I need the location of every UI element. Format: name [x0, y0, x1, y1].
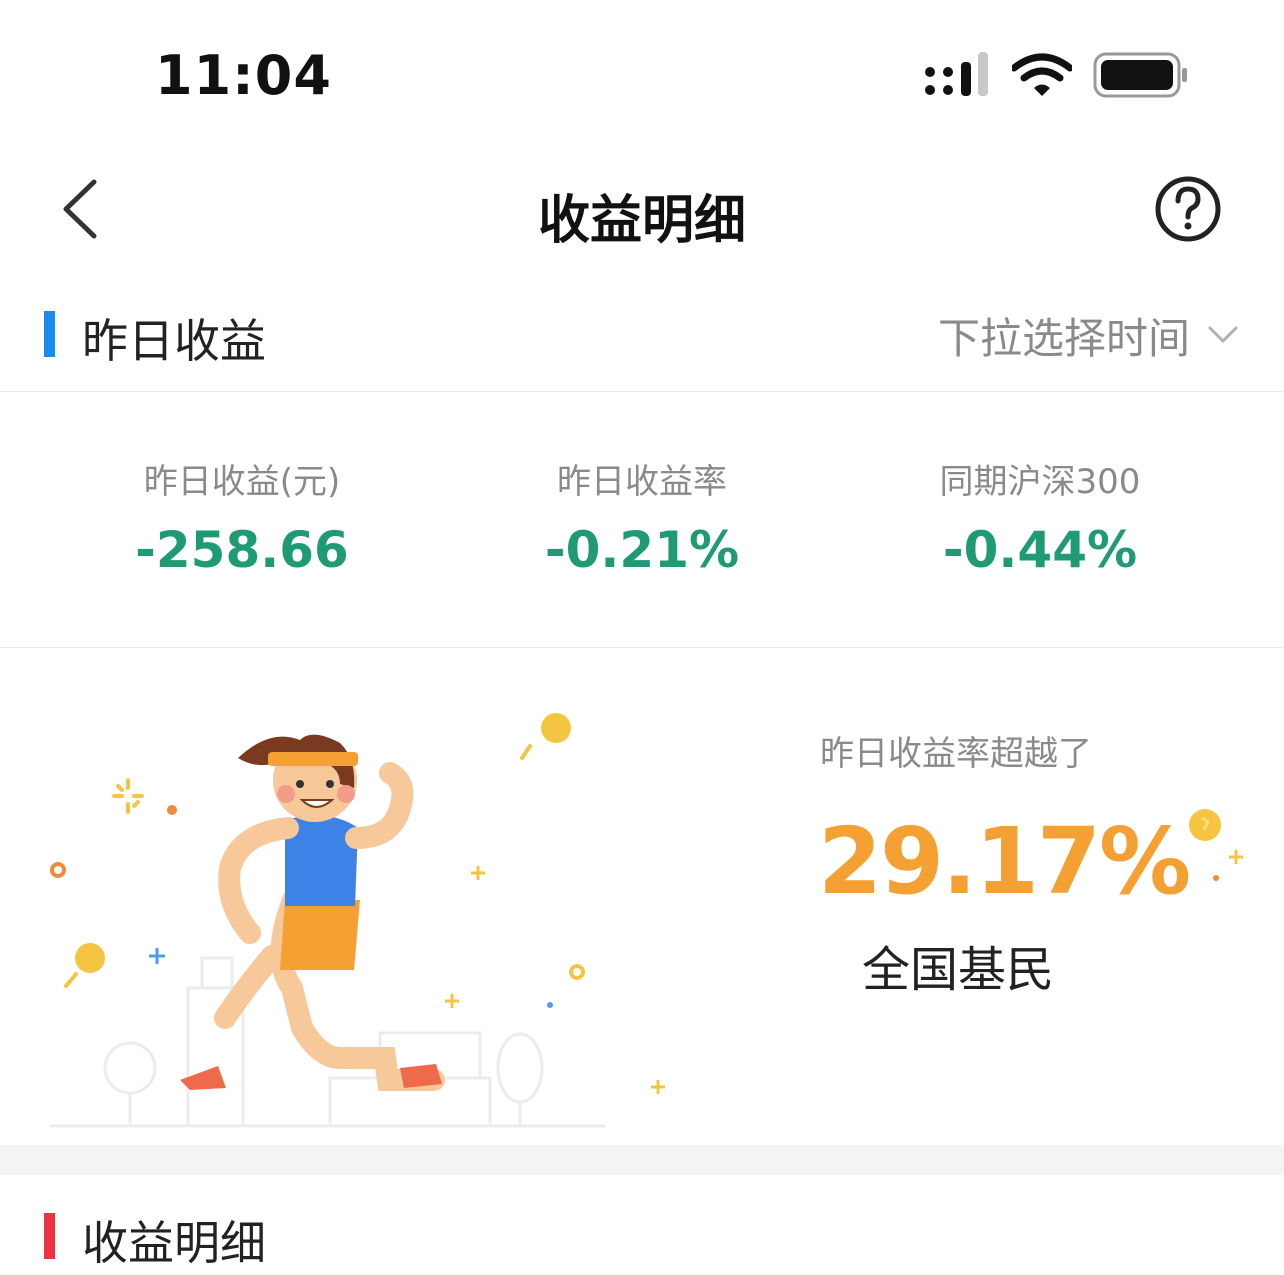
cellular-signal-icon — [925, 52, 988, 96]
stat-csi300: 同期沪深300 -0.44% — [826, 454, 1254, 579]
stat-label: 昨日收益(元) — [143, 462, 341, 502]
help-question-icon[interactable] — [1154, 175, 1222, 243]
time-picker-dropdown[interactable]: 下拉选择时间 — [938, 305, 1240, 365]
section-title-yesterday: 昨日收益 — [82, 314, 266, 368]
chevron-down-icon — [1208, 326, 1238, 343]
running-man-illustration — [50, 713, 665, 1128]
coin-decoration-icon — [1189, 809, 1243, 881]
time-picker-label: 下拉选择时间 — [937, 313, 1190, 363]
stat-label: 昨日收益率 — [557, 462, 727, 502]
status-time: 11:04 — [155, 44, 332, 107]
ranking-banner: 昨日收益率超越了 29.17% 全国基民 — [0, 648, 1284, 1145]
stat-label: 同期沪深300 — [939, 462, 1141, 502]
section-divider — [0, 1145, 1284, 1175]
stat-yesterday-earnings: 昨日收益(元) -258.66 — [28, 454, 456, 579]
yesterday-stats: 昨日收益(元) -258.66 昨日收益率 -0.21% 同期沪深300 -0.… — [0, 392, 1284, 648]
section-accent-bar — [44, 311, 55, 357]
section-accent-bar — [44, 1213, 55, 1259]
wifi-icon — [1012, 53, 1072, 96]
navigation-bar: 收益明细 — [0, 150, 1284, 265]
battery-icon — [1093, 52, 1187, 98]
stat-value: -258.66 — [135, 521, 349, 579]
comparison-label: 昨日收益率超越了 — [820, 734, 1092, 774]
yesterday-earnings-header: 昨日收益 下拉选择时间 — [0, 285, 1284, 392]
page-title: 收益明细 — [537, 191, 746, 251]
stat-yesterday-return-rate: 昨日收益率 -0.21% — [428, 454, 856, 579]
earnings-detail-header: 收益明细 — [0, 1175, 1284, 1275]
section-title-details: 收益明细 — [82, 1216, 266, 1270]
status-bar: 11:04 — [0, 0, 1284, 150]
stat-value: -0.44% — [942, 521, 1138, 579]
comparison-percentage: 29.17% — [818, 808, 1191, 915]
stat-value: -0.21% — [544, 521, 740, 579]
comparison-target: 全国基民 — [862, 942, 1055, 998]
